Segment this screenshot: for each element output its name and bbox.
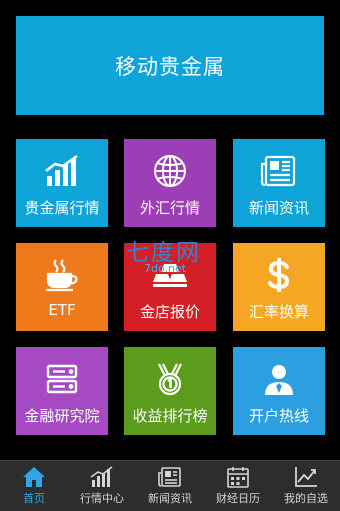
tile-label: 汇率换算 bbox=[248, 303, 309, 321]
tile-gold-shop-prices[interactable]: 金店报价 bbox=[124, 243, 216, 331]
tile-label: 外汇行情 bbox=[139, 199, 200, 217]
tab-label: 首页 bbox=[23, 492, 45, 505]
server-icon bbox=[42, 361, 82, 397]
dollar-icon bbox=[259, 257, 299, 293]
tile-label: ETF bbox=[48, 301, 76, 319]
globe-icon bbox=[150, 153, 190, 189]
tile-label: 收益排行榜 bbox=[132, 407, 208, 425]
medal-icon bbox=[150, 361, 190, 397]
person-icon bbox=[259, 361, 299, 397]
tile-label: 金融研究院 bbox=[24, 407, 100, 425]
newspaper-icon bbox=[259, 153, 299, 189]
tile-label: 新闻资讯 bbox=[248, 199, 309, 217]
calendar-icon bbox=[226, 466, 250, 488]
tab-label: 新闻资讯 bbox=[148, 492, 192, 505]
tab-home[interactable]: 首页 bbox=[0, 461, 68, 511]
tile-currency-converter[interactable]: 汇率换算 bbox=[233, 243, 325, 331]
tile-precious-metal-quotes[interactable]: 贵金属行情 bbox=[16, 139, 108, 227]
tab-news[interactable]: 新闻资讯 bbox=[136, 461, 204, 511]
gold-bars-icon bbox=[150, 257, 190, 293]
newspaper-icon bbox=[158, 466, 182, 488]
tile-earnings-ranking[interactable]: 收益排行榜 bbox=[124, 347, 216, 435]
tile-financial-research[interactable]: 金融研究院 bbox=[16, 347, 108, 435]
tab-label: 我的自选 bbox=[284, 492, 328, 505]
tab-label: 行情中心 bbox=[80, 492, 124, 505]
tile-label: 金店报价 bbox=[139, 303, 200, 321]
home-icon bbox=[22, 466, 46, 488]
tile-forex-quotes[interactable]: 外汇行情 bbox=[124, 139, 216, 227]
trend-icon bbox=[294, 466, 318, 488]
tab-financial-calendar[interactable]: 财经日历 bbox=[204, 461, 272, 511]
coffee-cup-icon bbox=[42, 257, 82, 293]
tile-news[interactable]: 新闻资讯 bbox=[233, 139, 325, 227]
tile-label: 开户热线 bbox=[248, 407, 309, 425]
banner-title[interactable]: 移动贵金属 bbox=[16, 16, 324, 115]
tab-label: 财经日历 bbox=[216, 492, 260, 505]
bottom-tab-bar: 首页 行情中心 新闻资讯 财经日历 我的自选 bbox=[0, 460, 340, 511]
tab-market-center[interactable]: 行情中心 bbox=[68, 461, 136, 511]
tab-my-watchlist[interactable]: 我的自选 bbox=[272, 461, 340, 511]
tile-label: 贵金属行情 bbox=[24, 199, 100, 217]
chart-icon bbox=[90, 466, 114, 488]
bar-chart-icon bbox=[42, 153, 82, 189]
tile-account-hotline[interactable]: 开户热线 bbox=[233, 347, 325, 435]
tile-etf[interactable]: ETF bbox=[16, 243, 108, 331]
